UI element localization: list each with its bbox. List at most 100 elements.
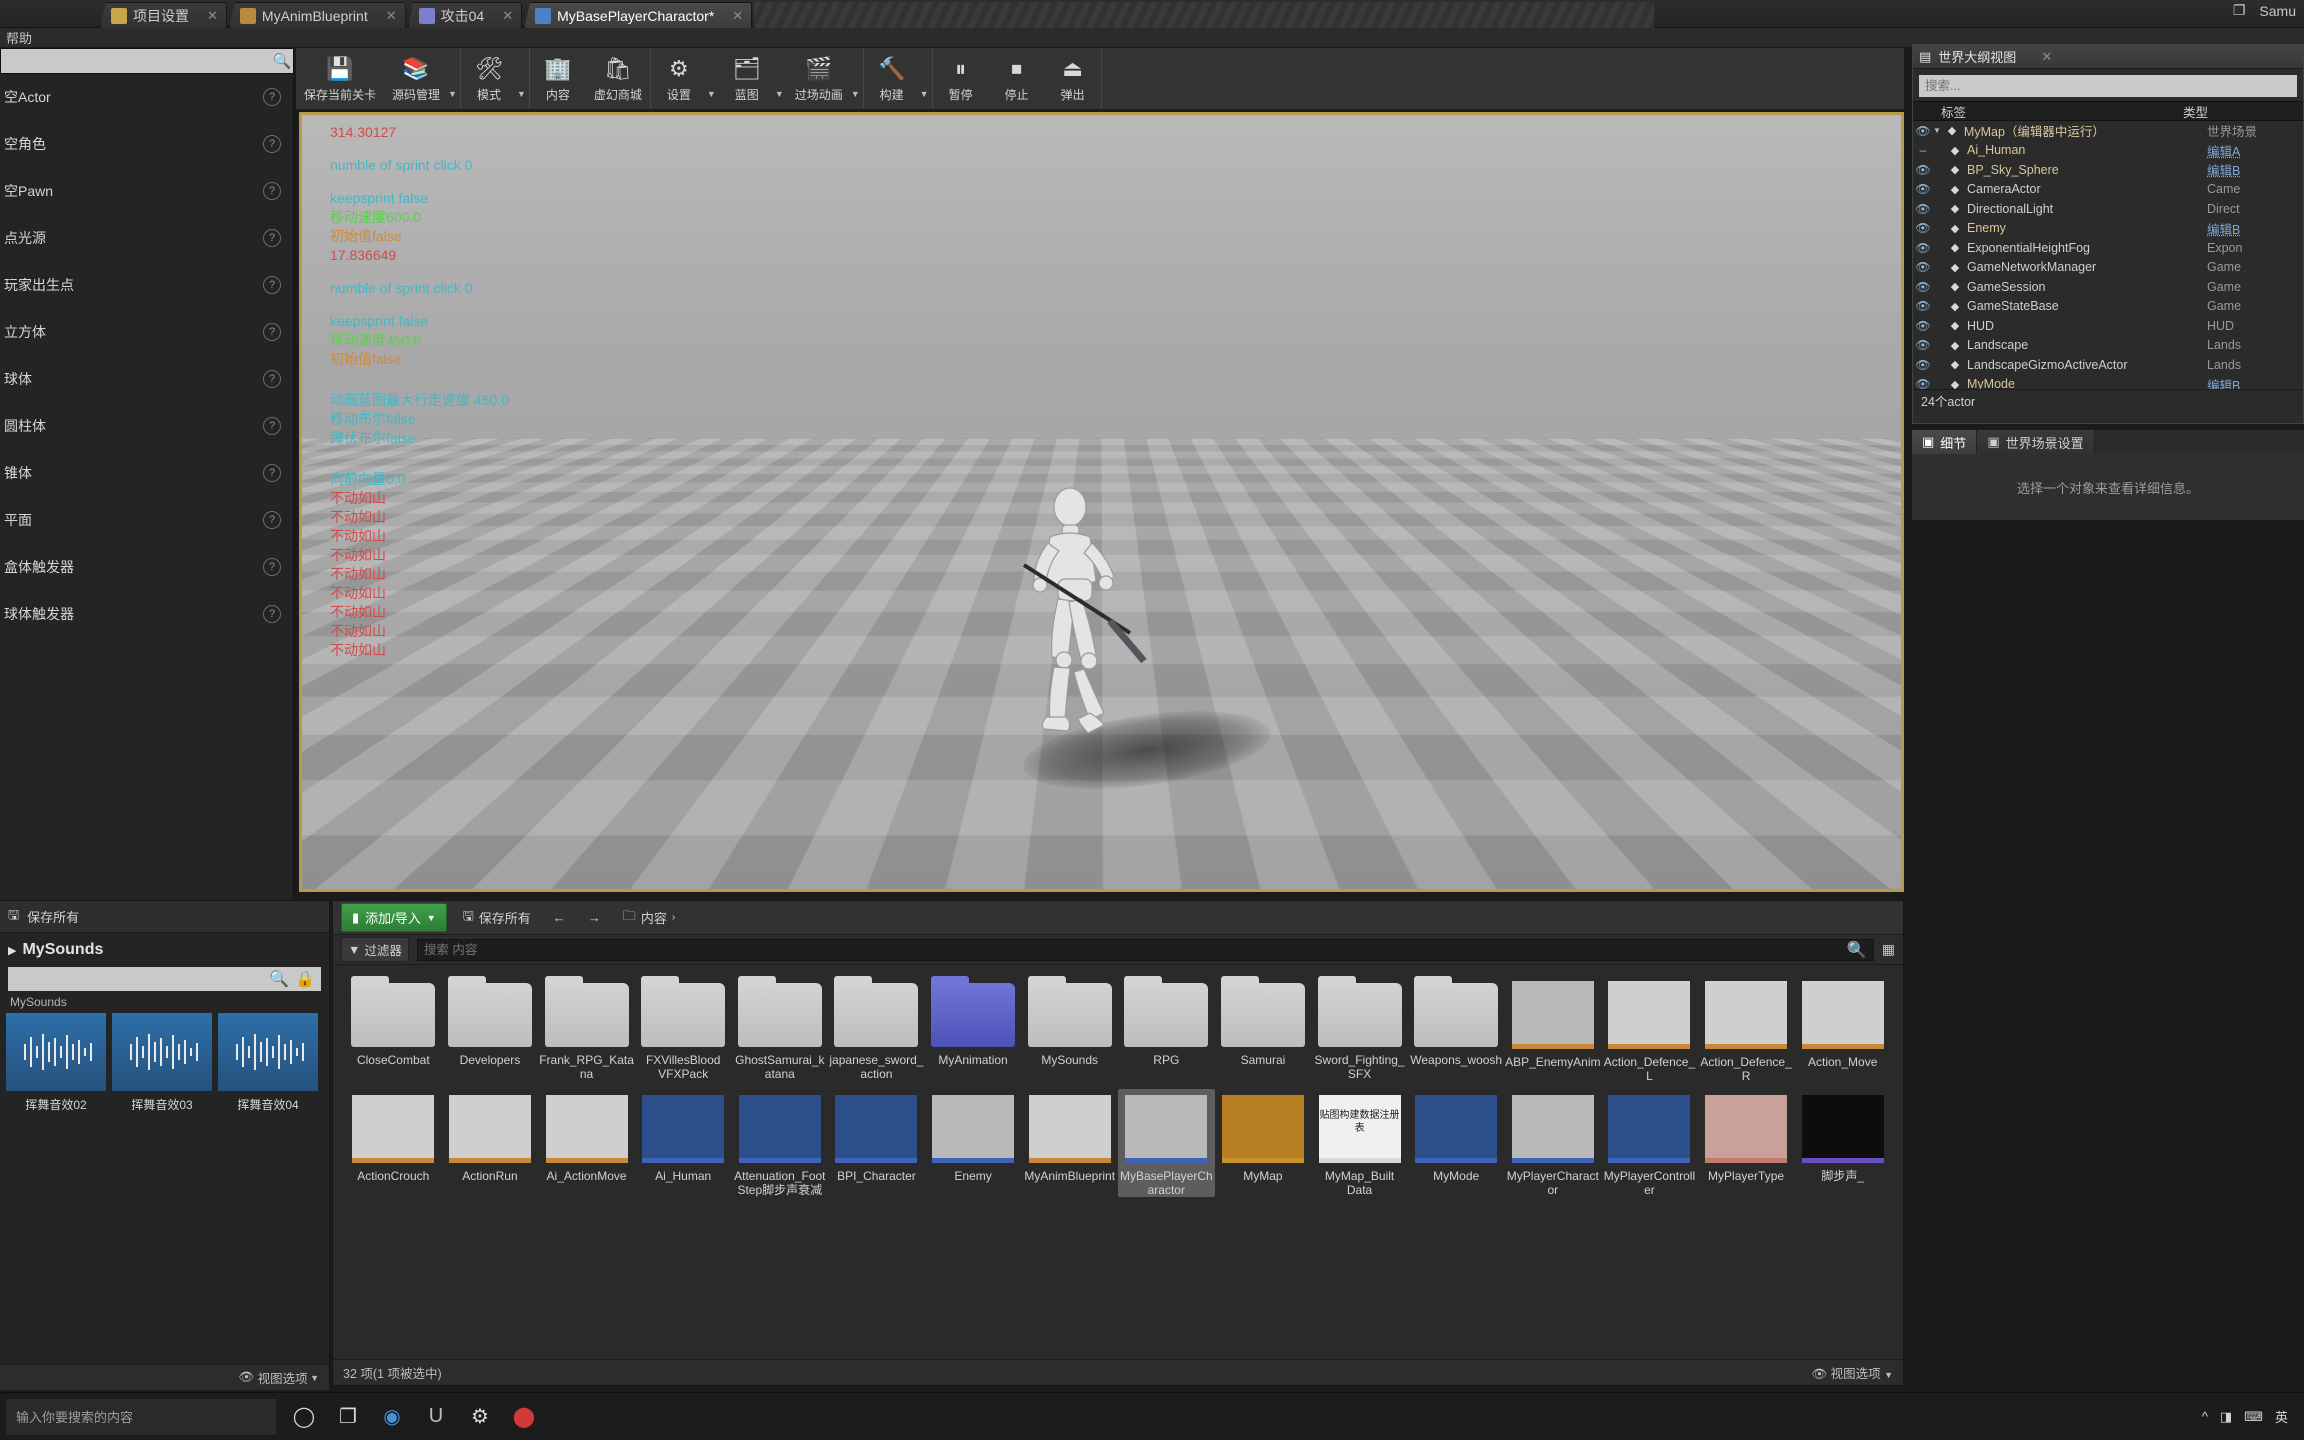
toolbar-button-eject[interactable]: ⏏ 弹出 xyxy=(1045,48,1101,109)
toolbar-button-modes[interactable]: 🛠 模式 xyxy=(461,48,517,109)
place-actor-item-7[interactable]: 圆柱体? xyxy=(0,411,293,441)
place-actor-item-0[interactable]: 空Actor? xyxy=(0,82,293,112)
outliner-col-type[interactable]: 类型 xyxy=(2183,102,2303,121)
window-restore-icon[interactable]: ❐ xyxy=(2233,2,2246,19)
toolbar-button-marketplace[interactable]: 🛍 虚幻商城 xyxy=(586,48,650,109)
content-asset-tile[interactable]: ActionCrouch xyxy=(345,1089,442,1197)
outliner-row[interactable]: 👁 ◆ DirectionalLight Direct xyxy=(1913,199,2303,219)
sound-asset-tile[interactable]: 挥舞音效02 xyxy=(6,1013,106,1113)
help-icon[interactable]: ? xyxy=(263,229,281,247)
editor-tab-0[interactable]: 项目设置 ✕ xyxy=(100,2,227,28)
content-folder-tile[interactable]: Samurai xyxy=(1215,975,1312,1083)
content-asset-tile[interactable]: MyPlayerType xyxy=(1698,1089,1795,1197)
help-icon[interactable]: ? xyxy=(263,511,281,529)
place-actor-item-5[interactable]: 立方体? xyxy=(0,317,293,347)
outliner-search-input[interactable] xyxy=(1919,79,2297,93)
chrome-icon[interactable]: ◉ xyxy=(370,1397,414,1437)
content-asset-tile[interactable]: ActionRun xyxy=(442,1089,539,1197)
help-icon[interactable]: ? xyxy=(263,605,281,623)
place-actor-item-1[interactable]: 空角色? xyxy=(0,129,293,159)
mysounds-search[interactable]: 🔍 🔒 xyxy=(8,967,321,991)
content-asset-tile[interactable]: Attenuation_FootStep脚步声衰减 xyxy=(732,1089,829,1197)
unreal-engine-icon[interactable]: U xyxy=(414,1397,458,1437)
content-folder-tile[interactable]: Developers xyxy=(442,975,539,1083)
breadcrumb-content[interactable]: 🗀 内容 › xyxy=(617,904,681,932)
outliner-row[interactable]: 👁 ◆ Enemy 编辑B xyxy=(1913,219,2303,239)
chevron-down-icon[interactable]: ▼ xyxy=(517,48,529,109)
toolbar-button-save[interactable]: 💾 保存当前关卡 xyxy=(296,48,384,109)
toolbar-button-settings[interactable]: ⚙ 设置 xyxy=(651,48,707,109)
menu-item-help[interactable]: 帮助 xyxy=(6,28,32,47)
content-asset-tile[interactable]: MyPlayerCharactor xyxy=(1505,1089,1602,1197)
help-icon[interactable]: ? xyxy=(263,464,281,482)
outliner-row[interactable]: 👁 ◆ HUD HUD xyxy=(1913,316,2303,336)
cortana-icon[interactable]: ◯ xyxy=(282,1397,326,1437)
outliner-row[interactable]: 👁 ◆ BP_Sky_Sphere 编辑B xyxy=(1913,160,2303,180)
content-asset-tile[interactable]: Action_Move xyxy=(1794,975,1891,1083)
help-icon[interactable]: ? xyxy=(263,88,281,106)
view-options-button[interactable]: 👁 视图选项 ▼ xyxy=(1811,1363,1893,1382)
outliner-row[interactable]: 👁 ◆ MyMode 编辑B xyxy=(1913,375,2303,390)
content-asset-tile[interactable]: 贴图构建数据注册表 MyMap_Built Data xyxy=(1311,1089,1408,1197)
taskbar-search[interactable]: 输入你要搜索的内容 xyxy=(6,1399,276,1435)
close-icon[interactable]: ✕ xyxy=(207,8,218,24)
task-view-icon[interactable]: ❐ xyxy=(326,1397,370,1437)
visibility-eye-icon[interactable]: 👁 xyxy=(1913,358,1933,372)
content-asset-tile[interactable]: Action_Defence_L xyxy=(1601,975,1698,1083)
visibility-eye-icon[interactable]: 👁 xyxy=(1913,319,1933,333)
visibility-eye-icon[interactable]: 👁 xyxy=(1913,163,1933,177)
chevron-down-icon[interactable]: ▼ xyxy=(448,48,460,109)
place-actor-item-3[interactable]: 点光源? xyxy=(0,223,293,253)
outliner-row[interactable]: 👁 ◆ Landscape Lands xyxy=(1913,336,2303,356)
visibility-eye-icon[interactable]: 👁 xyxy=(1913,299,1933,313)
help-icon[interactable]: ? xyxy=(263,370,281,388)
content-folder-tile[interactable]: FXVillesBlood VFXPack xyxy=(635,975,732,1083)
expander-triangle-icon[interactable]: ▼ xyxy=(1933,126,1941,135)
content-asset-tile[interactable]: MyMap xyxy=(1215,1089,1312,1197)
close-icon[interactable]: ✕ xyxy=(732,8,743,24)
chevron-down-icon[interactable]: ▼ xyxy=(775,48,787,109)
settings-icon[interactable]: ⚙ xyxy=(458,1397,502,1437)
close-icon[interactable]: ✕ xyxy=(2041,49,2052,65)
outliner-row[interactable]: 👁 ◆ ExponentialHeightFog Expon xyxy=(1913,238,2303,258)
help-icon[interactable]: ? xyxy=(263,135,281,153)
place-actor-item-6[interactable]: 球体? xyxy=(0,364,293,394)
content-folder-tile[interactable]: Weapons_woosh xyxy=(1408,975,1505,1083)
place-actors-search[interactable]: 🔍 xyxy=(0,48,294,74)
filter-button[interactable]: ▼ 过滤器 xyxy=(341,937,409,962)
content-asset-tile[interactable]: Ai_Human xyxy=(635,1089,732,1197)
level-viewport[interactable]: 314.30127 numble of sprint click 0 keepspr… xyxy=(299,112,1904,892)
place-actor-item-8[interactable]: 锥体? xyxy=(0,458,293,488)
content-search-input[interactable] xyxy=(424,943,1841,957)
place-actor-item-2[interactable]: 空Pawn? xyxy=(0,176,293,206)
chevron-right-icon[interactable]: ▶ xyxy=(8,944,16,957)
help-icon[interactable]: ? xyxy=(263,417,281,435)
content-search[interactable]: 🔍 xyxy=(417,939,1874,961)
visibility-eye-icon[interactable]: 👁 xyxy=(1913,124,1933,138)
visibility-eye-icon[interactable]: 👁 xyxy=(1913,338,1933,352)
content-asset-tile[interactable]: BPI_Character xyxy=(828,1089,925,1197)
content-asset-tile[interactable]: MyAnimBlueprint xyxy=(1021,1089,1118,1197)
close-icon[interactable]: ✕ xyxy=(386,8,397,24)
visibility-eye-icon[interactable]: – xyxy=(1913,143,1933,157)
outliner-item-type[interactable]: 编辑B xyxy=(2207,375,2303,389)
mysounds-view-options[interactable]: 视图选项 xyxy=(258,1368,308,1387)
visibility-eye-icon[interactable]: 👁 xyxy=(1913,182,1933,196)
content-asset-tile[interactable]: Action_Defence_R xyxy=(1698,975,1795,1083)
world-outliner-tab[interactable]: ▤ 世界大纲视图 ✕ xyxy=(1913,45,2303,69)
toolbar-button-blueprints[interactable]: 🗂 蓝图 xyxy=(719,48,775,109)
visibility-eye-icon[interactable]: 👁 xyxy=(1913,377,1933,389)
help-icon[interactable]: ? xyxy=(263,323,281,341)
details-tab-0[interactable]: ▣ 细节 xyxy=(1912,430,1977,454)
outliner-item-type[interactable]: 编辑A xyxy=(2207,141,2303,160)
close-icon[interactable]: ✕ xyxy=(502,8,513,24)
save-all-button[interactable]: 🖫 保存所有 xyxy=(457,904,537,932)
outliner-row[interactable]: 👁 ◆ GameSession Game xyxy=(1913,277,2303,297)
content-asset-tile[interactable]: Enemy xyxy=(925,1089,1022,1197)
tray-icon-1[interactable]: ◨ xyxy=(2220,1409,2232,1425)
content-asset-tile[interactable]: Ai_ActionMove xyxy=(538,1089,635,1197)
toolbar-button-stop[interactable]: ⏹ 停止 xyxy=(989,48,1045,109)
help-icon[interactable]: ? xyxy=(263,558,281,576)
place-actor-item-4[interactable]: 玩家出生点? xyxy=(0,270,293,300)
outliner-search[interactable] xyxy=(1919,75,2297,97)
